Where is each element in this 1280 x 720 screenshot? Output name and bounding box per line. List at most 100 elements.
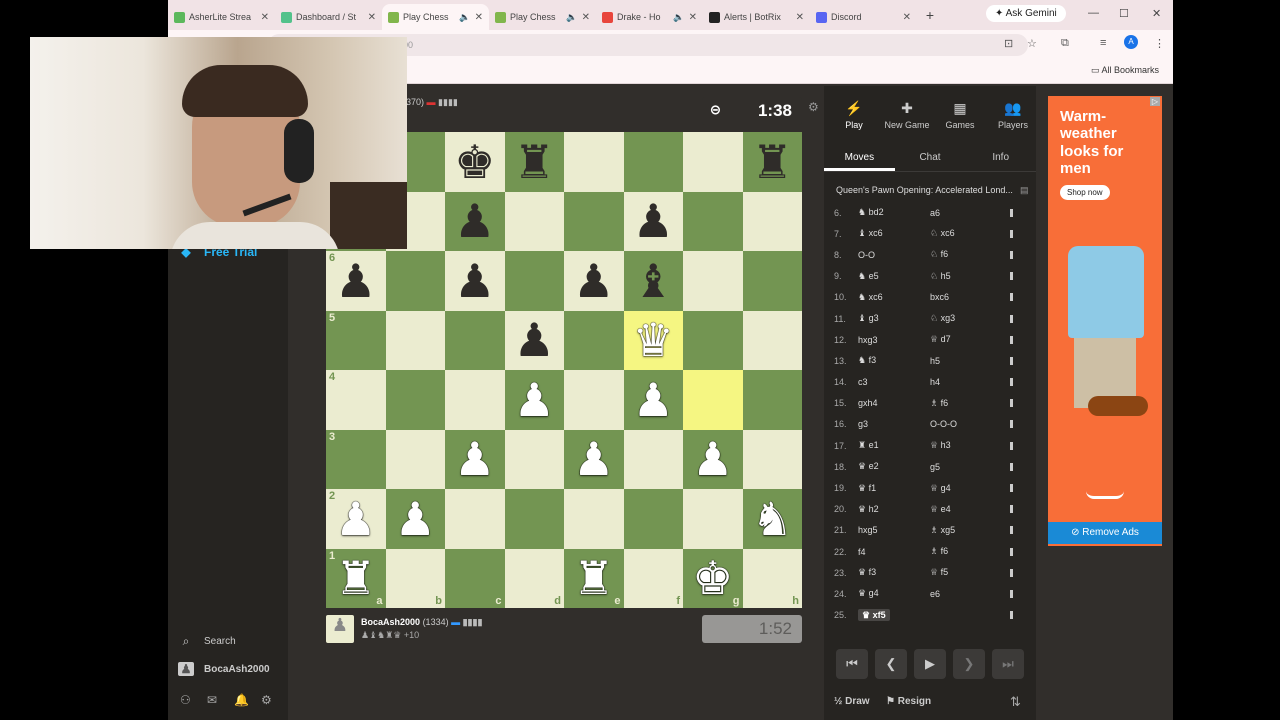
white-move[interactable]: ♛ e2: [858, 461, 930, 472]
new-tab-button[interactable]: +: [917, 7, 943, 23]
square-b5[interactable]: [385, 310, 445, 370]
white-move[interactable]: ♛ h2: [858, 504, 930, 515]
black-move[interactable]: e6: [930, 589, 1010, 599]
square-b3[interactable]: [385, 429, 445, 489]
white-move[interactable]: O-O: [858, 250, 930, 260]
white-move[interactable]: ♛ f3: [858, 567, 930, 578]
white-move[interactable]: ♛ f1: [858, 483, 930, 494]
black-move[interactable]: ♘ f6: [930, 249, 1010, 260]
square-e8[interactable]: [564, 132, 624, 192]
square-h5[interactable]: [742, 310, 802, 370]
square-c5[interactable]: [445, 310, 505, 370]
tab-close-icon[interactable]: ✕: [368, 12, 376, 23]
white-move[interactable]: ♞ e5: [858, 271, 930, 282]
white-king-icon[interactable]: ♚: [692, 555, 733, 601]
resign-button[interactable]: ⚑ Resign: [886, 696, 931, 707]
square-h4[interactable]: [742, 370, 802, 430]
square-c2[interactable]: [445, 489, 505, 549]
white-knight-icon[interactable]: ♞: [752, 496, 793, 542]
black-move[interactable]: g5: [930, 462, 1010, 472]
ask-gemini-button[interactable]: ✦ Ask Gemini: [986, 5, 1066, 22]
black-move[interactable]: a6: [930, 208, 1010, 218]
media-control-icon[interactable]: ≡: [1100, 37, 1106, 49]
white-move[interactable]: ♝ xc6: [858, 228, 930, 239]
tab-close-icon[interactable]: ✕: [582, 12, 590, 23]
black-move[interactable]: ♗ xg5: [930, 525, 1010, 536]
square-b2[interactable]: ♟: [385, 489, 445, 549]
square-e7[interactable]: [564, 191, 624, 251]
sidebar-search[interactable]: ⌕ Search: [178, 634, 236, 649]
square-g1[interactable]: g ♚: [683, 548, 743, 608]
white-rook-icon[interactable]: ♜: [335, 555, 376, 601]
black-move[interactable]: ♗ f6: [930, 398, 1010, 409]
square-a1[interactable]: 1 a ♜: [326, 548, 386, 608]
next-move-button[interactable]: ❯: [953, 649, 985, 679]
square-f4[interactable]: ♟: [623, 370, 683, 430]
browser-tab[interactable]: Drake - Ho 🔈 ✕: [596, 4, 703, 30]
browser-tab[interactable]: Discord ✕: [810, 4, 917, 30]
square-c8[interactable]: ♚: [445, 132, 505, 192]
white-pawn-icon[interactable]: ♟: [454, 436, 495, 482]
tab-play[interactable]: ⚡ Play: [828, 100, 880, 130]
black-move[interactable]: ♘ xc6: [930, 228, 1010, 239]
white-move[interactable]: hxg3: [858, 335, 930, 345]
white-pawn-icon[interactable]: ♟: [573, 436, 614, 482]
black-move[interactable]: O-O-O: [930, 419, 1010, 429]
black-pawn-icon[interactable]: ♟: [514, 317, 555, 363]
square-c4[interactable]: [445, 370, 505, 430]
black-pawn-icon[interactable]: ♟: [573, 258, 614, 304]
square-e1[interactable]: e ♜: [564, 548, 624, 608]
ad-info-icon[interactable]: ▷: [1149, 97, 1160, 106]
all-bookmarks-button[interactable]: ▭ All Bookmarks: [1091, 65, 1159, 76]
profile-avatar[interactable]: A: [1124, 35, 1138, 49]
prev-move-button[interactable]: ❮: [875, 649, 907, 679]
black-move[interactable]: ♘ xg3: [930, 313, 1010, 324]
browser-tab[interactable]: AsherLite Strea ✕: [168, 4, 275, 30]
tab-close-icon[interactable]: ✕: [903, 12, 911, 23]
cast-icon[interactable]: ⧉: [1061, 37, 1069, 50]
square-f8[interactable]: [623, 132, 683, 192]
tab-close-icon[interactable]: ✕: [261, 12, 269, 23]
sidebar-profile[interactable]: ♟ BocaAsh2000: [178, 662, 270, 676]
square-e5[interactable]: [564, 310, 624, 370]
square-b6[interactable]: [385, 251, 445, 311]
tab-close-icon[interactable]: ✕: [475, 12, 483, 23]
square-c7[interactable]: ♟: [445, 191, 505, 251]
white-move[interactable]: ♞ xc6: [858, 292, 930, 303]
black-move[interactable]: bxc6: [930, 292, 1010, 302]
square-d4[interactable]: ♟: [504, 370, 564, 430]
tab-players[interactable]: 👥 Players: [987, 100, 1039, 130]
black-pawn-icon[interactable]: ♟: [454, 198, 495, 244]
square-b4[interactable]: [385, 370, 445, 430]
white-queen-icon[interactable]: ♛: [633, 317, 674, 363]
square-h3[interactable]: [742, 429, 802, 489]
square-h6[interactable]: [742, 251, 802, 311]
subtab-info[interactable]: Info: [965, 142, 1036, 171]
white-pawn-icon[interactable]: ♟: [633, 377, 674, 423]
subtab-chat[interactable]: Chat: [895, 142, 966, 171]
square-h1[interactable]: h: [742, 548, 802, 608]
square-f2[interactable]: [623, 489, 683, 549]
install-app-icon[interactable]: ⊡: [1004, 37, 1013, 50]
white-pawn-icon[interactable]: ♟: [395, 496, 436, 542]
square-a3[interactable]: 3: [326, 429, 386, 489]
white-pawn-icon[interactable]: ♟: [514, 377, 555, 423]
square-d1[interactable]: d: [504, 548, 564, 608]
white-move[interactable]: ♞ f3: [858, 355, 930, 366]
black-move[interactable]: ♘ h5: [930, 271, 1010, 282]
square-g8[interactable]: [683, 132, 743, 192]
white-move[interactable]: g3: [858, 419, 930, 429]
square-d7[interactable]: [504, 191, 564, 251]
browser-tab[interactable]: Play Chess 🔈 ✕: [382, 4, 489, 30]
white-move[interactable]: hxg5: [858, 525, 930, 535]
square-h7[interactable]: [742, 191, 802, 251]
square-g2[interactable]: [683, 489, 743, 549]
browser-tab[interactable]: Dashboard / St ✕: [275, 4, 382, 30]
square-h8[interactable]: ♜: [742, 132, 802, 192]
white-rook-icon[interactable]: ♜: [573, 555, 614, 601]
minimize-icon[interactable]: —: [1088, 7, 1099, 19]
tab-new-game[interactable]: ✚ New Game: [881, 100, 933, 130]
square-c6[interactable]: ♟: [445, 251, 505, 311]
black-move[interactable]: ♕ f5: [930, 567, 1010, 578]
close-window-icon[interactable]: ✕: [1152, 7, 1161, 20]
